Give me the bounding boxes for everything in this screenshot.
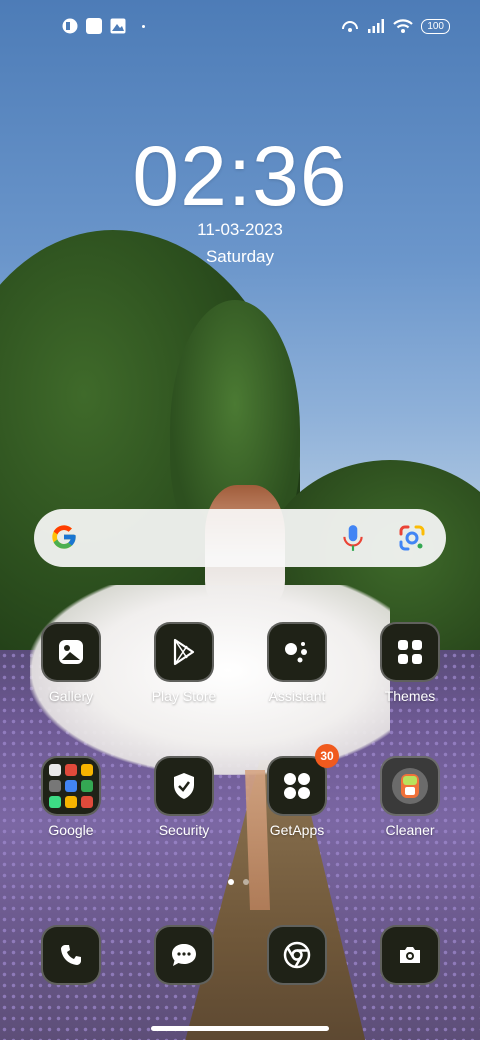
app-label: Themes (384, 688, 436, 704)
app-gallery[interactable]: Gallery (21, 622, 121, 704)
dock-phone[interactable] (21, 925, 121, 985)
cleaner-icon[interactable] (380, 756, 440, 816)
google-lens-icon[interactable] (397, 523, 427, 553)
page-dot-active (228, 879, 234, 885)
status-bar: 100 (0, 14, 480, 42)
app-label: Google (48, 822, 94, 838)
square-notification-icon (86, 18, 102, 34)
chrome-icon[interactable] (267, 925, 327, 985)
dock-chrome[interactable] (247, 925, 347, 985)
app-play-store[interactable]: Play Store (134, 622, 234, 704)
signal-icon (368, 19, 385, 33)
app-label: Security (158, 822, 210, 838)
hotspot-icon (342, 21, 359, 32)
app-cleaner[interactable]: Cleaner (360, 756, 460, 838)
app-label: GetApps (269, 822, 325, 838)
google-search-bar[interactable] (34, 509, 446, 567)
clock-date: 11-03-2023 (197, 220, 283, 239)
dock-camera[interactable] (360, 925, 460, 985)
messages-icon[interactable] (154, 925, 214, 985)
themes-icon[interactable] (380, 622, 440, 682)
gallery-notification-icon (110, 18, 126, 34)
shield-icon[interactable] (154, 756, 214, 816)
app-themes[interactable]: Themes (360, 622, 460, 704)
google-g-icon (52, 525, 76, 549)
app-notification-icon (62, 18, 78, 34)
wifi-icon (393, 19, 414, 33)
page-dot (243, 879, 249, 885)
app-security[interactable]: Security (134, 756, 234, 838)
more-dot-icon (142, 24, 145, 28)
app-label: Play Store (151, 688, 217, 704)
camera-icon[interactable] (380, 925, 440, 985)
play-store-icon[interactable] (154, 622, 214, 682)
page-indicator (228, 879, 249, 885)
getapps-icon[interactable]: 30 (267, 744, 339, 816)
clock-day: Saturday (205, 247, 275, 266)
notification-badge: 30 (315, 744, 339, 768)
google-folder-icon[interactable] (41, 756, 101, 816)
clock-time[interactable]: 02:36 (0, 128, 480, 225)
microphone-icon[interactable] (339, 523, 367, 553)
phone-icon[interactable] (41, 925, 101, 985)
gallery-icon[interactable] (41, 622, 101, 682)
app-google-folder[interactable]: Google (21, 756, 121, 838)
app-label: Cleaner (385, 822, 435, 838)
battery-icon: 100 (421, 18, 450, 34)
app-label: Gallery (48, 688, 94, 704)
app-getapps[interactable]: 30 GetApps (247, 744, 347, 838)
app-assistant[interactable]: Assistant (247, 622, 347, 704)
dock-messages[interactable] (134, 925, 234, 985)
assistant-icon[interactable] (267, 622, 327, 682)
app-label: Assistant (268, 688, 326, 704)
home-gesture-bar[interactable] (151, 1026, 329, 1031)
